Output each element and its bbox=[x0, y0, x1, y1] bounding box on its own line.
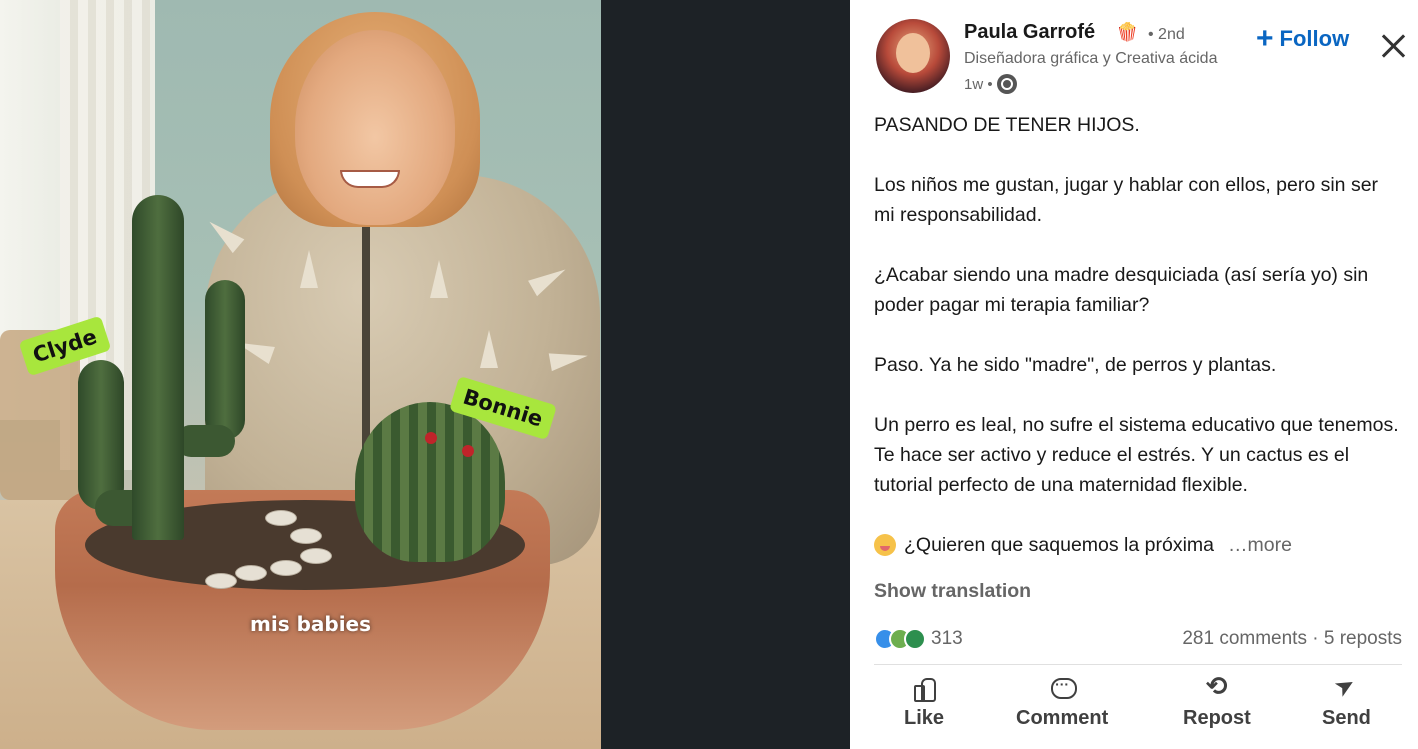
cactus-flower bbox=[425, 432, 437, 444]
follow-button[interactable]: + Follow bbox=[1256, 22, 1350, 55]
comments-reposts-count[interactable]: 281 comments · 5 reposts bbox=[1182, 628, 1402, 650]
post-truncated-line: ¿Quieren que saquemos la próxima bbox=[904, 534, 1214, 556]
globe-icon bbox=[996, 74, 1017, 94]
jacket-spike bbox=[300, 250, 318, 288]
send-button[interactable]: Send bbox=[1322, 675, 1371, 730]
pebble bbox=[205, 573, 237, 589]
author-headline: Diseñadora gráfica y Creativa ácida bbox=[964, 50, 1218, 67]
like-button[interactable]: Like bbox=[904, 675, 944, 730]
close-button[interactable] bbox=[1378, 30, 1410, 62]
post-last-line: ¿Quieren que saquemos la próxima …more bbox=[874, 530, 1404, 560]
author-name[interactable]: Paula Garrofé bbox=[964, 21, 1095, 44]
send-label: Send bbox=[1322, 707, 1371, 729]
post-time: 1w • bbox=[964, 75, 993, 93]
reaction-count: 313 bbox=[931, 628, 963, 649]
cactus-flower bbox=[462, 445, 474, 457]
see-more-link[interactable]: …more bbox=[1228, 530, 1292, 560]
post-paragraph: PASANDO DE TENER HIJOS. bbox=[874, 114, 1140, 136]
smile bbox=[340, 170, 400, 188]
cactus-arm-right-base bbox=[175, 425, 235, 457]
comment-button[interactable]: Comment bbox=[1016, 675, 1108, 730]
avatar-face bbox=[896, 33, 930, 73]
plus-icon: + bbox=[1256, 22, 1274, 55]
pebble bbox=[265, 510, 297, 526]
face bbox=[295, 30, 455, 225]
jacket-spike bbox=[430, 260, 448, 298]
popcorn-emoji-icon: 🍿 bbox=[1116, 22, 1139, 42]
cactus-arm-right bbox=[205, 280, 245, 440]
post-paragraph: Paso. Ya he sido "madre", de perros y pl… bbox=[874, 354, 1277, 376]
thumbs-up-icon bbox=[911, 675, 937, 702]
show-translation-button[interactable]: Show translation bbox=[874, 580, 1031, 603]
comment-label: Comment bbox=[1016, 707, 1109, 729]
pebble bbox=[235, 565, 267, 581]
lightbox-backdrop bbox=[601, 0, 850, 749]
pebble bbox=[270, 560, 302, 576]
post-detail-panel: Paula Garrofé 🍿 • 2nd Diseñadora gráfica… bbox=[850, 0, 1418, 749]
tall-cactus bbox=[132, 195, 184, 540]
avatar[interactable] bbox=[876, 19, 950, 93]
pebble bbox=[300, 548, 332, 564]
image-caption: mis babies bbox=[250, 612, 372, 636]
post-image[interactable]: Clyde Bonnie mis babies bbox=[0, 0, 601, 749]
divider bbox=[874, 664, 1402, 665]
repost-label: Repost bbox=[1183, 707, 1251, 729]
pebble bbox=[290, 528, 322, 544]
cactus-arm-left bbox=[78, 360, 124, 510]
follow-label: Follow bbox=[1279, 26, 1350, 51]
face-emoji-icon bbox=[874, 534, 896, 556]
post-paragraph: Un perro es leal, no sufre el sistema ed… bbox=[874, 414, 1399, 496]
support-reaction-icon bbox=[904, 628, 926, 650]
barrel-cactus bbox=[355, 402, 505, 562]
comment-icon bbox=[1049, 675, 1078, 701]
post-text: PASANDO DE TENER HIJOS. Los niños me gus… bbox=[874, 110, 1404, 560]
send-icon bbox=[1333, 675, 1359, 701]
repost-icon bbox=[1204, 671, 1230, 702]
repost-button[interactable]: Repost bbox=[1183, 671, 1251, 730]
post-time-row: 1w • bbox=[964, 74, 1017, 94]
post-paragraph: Los niños me gustan, jugar y hablar con … bbox=[874, 174, 1379, 226]
post-paragraph: ¿Acabar siendo una madre desquiciada (as… bbox=[874, 264, 1369, 316]
jacket-spike bbox=[480, 330, 498, 368]
reactions-summary[interactable]: 313 bbox=[874, 628, 963, 650]
like-label: Like bbox=[904, 707, 945, 729]
connection-degree: • 2nd bbox=[1148, 26, 1185, 43]
